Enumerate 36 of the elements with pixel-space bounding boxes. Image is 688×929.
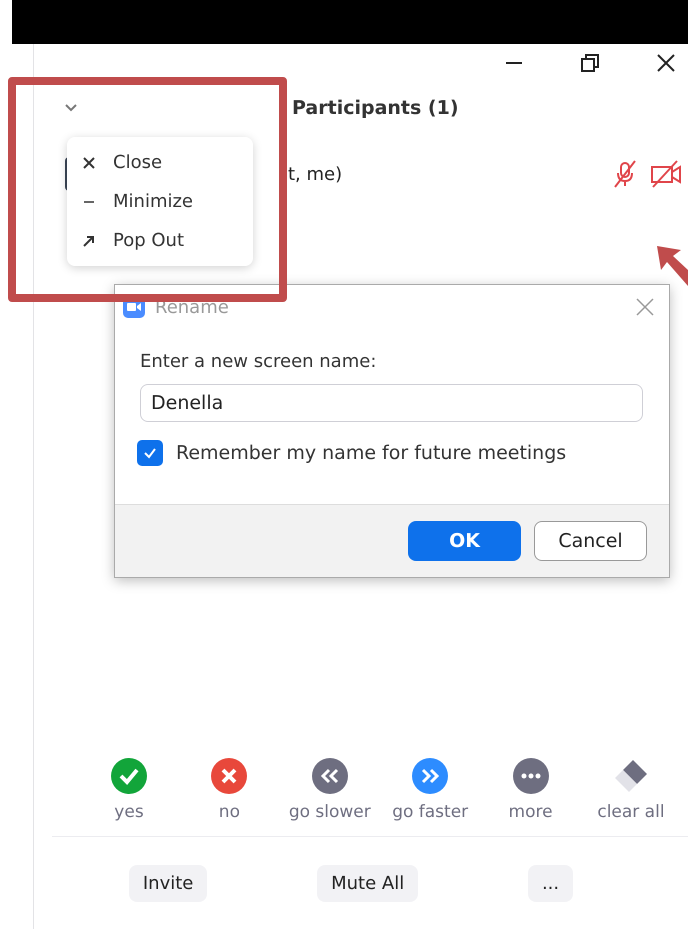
dialog-title: Rename <box>155 296 230 318</box>
menu-item-label: Minimize <box>113 191 193 212</box>
minimize-icon <box>81 200 97 202</box>
reaction-label: clear all <box>597 802 665 822</box>
footer-button[interactable]: Mute All <box>317 864 418 902</box>
panel-title: Participants (1) <box>291 97 460 119</box>
footer-button[interactable]: Invite <box>128 864 208 902</box>
more-icon[interactable] <box>512 758 549 794</box>
check-icon[interactable] <box>111 758 147 794</box>
menu-item[interactable]: Close <box>67 143 253 182</box>
close-icon[interactable] <box>656 53 676 73</box>
menu-item-label: Close <box>113 152 162 173</box>
menu-item[interactable]: Pop Out <box>67 221 253 260</box>
ok-button[interactable]: OK <box>408 521 521 561</box>
reaction-label: go faster <box>392 802 468 822</box>
menu-item[interactable]: Minimize <box>67 182 253 221</box>
footer-button[interactable]: ... <box>528 864 574 902</box>
restore-icon[interactable] <box>580 53 600 73</box>
reaction-label: no <box>218 802 240 822</box>
checkbox-label: Remember my name for future meetings <box>176 442 566 464</box>
reaction-label: more <box>508 802 553 822</box>
reaction-label: go slower <box>288 802 371 822</box>
field-label: Enter a new screen name: <box>140 351 378 372</box>
chevron-down-icon[interactable] <box>64 103 78 113</box>
cancel-button[interactable]: Cancel <box>534 521 647 561</box>
participant-name: t, me) <box>287 164 344 184</box>
reaction-label: yes <box>114 802 144 822</box>
menu-item-label: Pop Out <box>113 230 184 251</box>
cross-icon[interactable] <box>211 758 248 794</box>
checkbox[interactable] <box>137 440 163 466</box>
rewind-icon[interactable] <box>312 758 348 794</box>
eraser-icon[interactable] <box>612 758 649 794</box>
close-icon <box>81 154 97 170</box>
video-off-icon[interactable] <box>650 159 682 189</box>
name-input-field[interactable]: Denella <box>140 384 643 422</box>
fast-forward-icon[interactable] <box>412 758 448 794</box>
